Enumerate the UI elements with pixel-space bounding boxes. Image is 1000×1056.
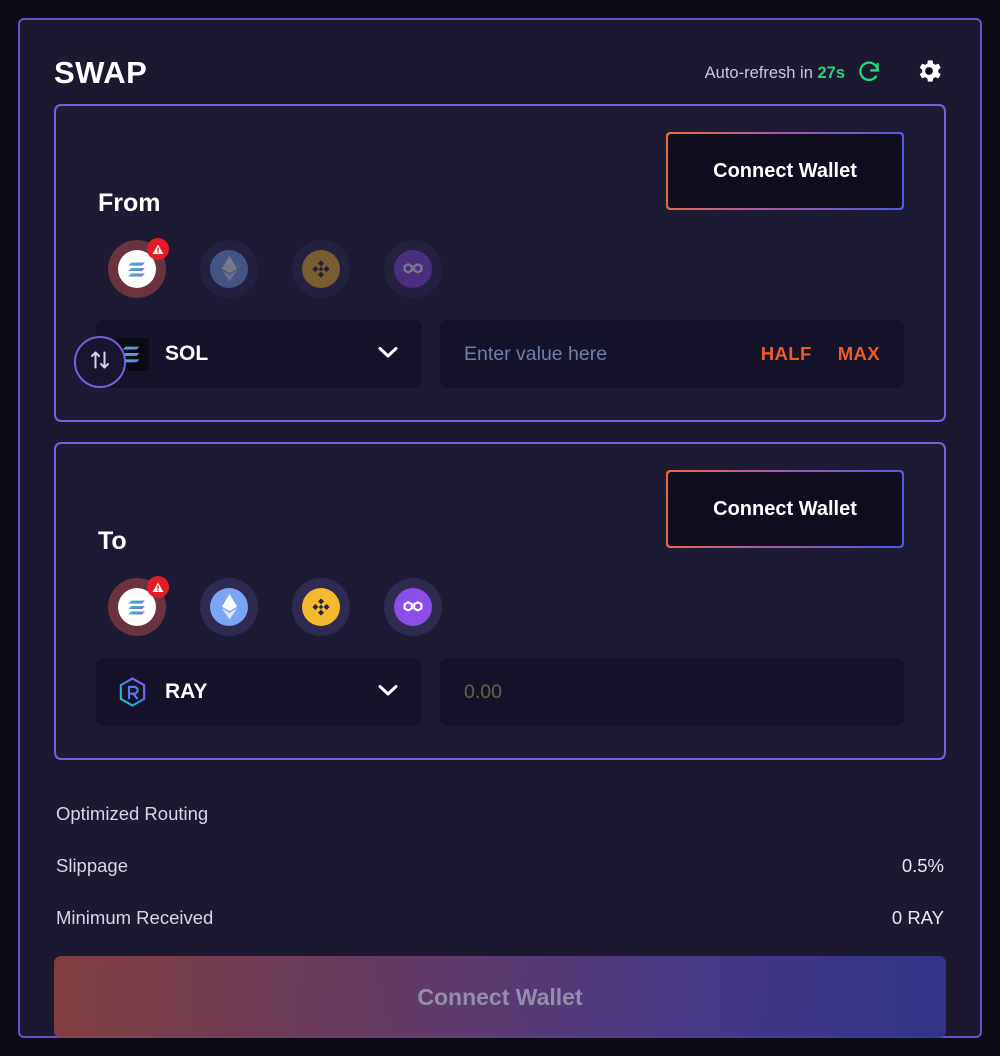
header-actions: Auto-refresh in 27s	[705, 56, 944, 91]
auto-refresh-status: Auto-refresh in 27s	[705, 58, 882, 89]
swap-vertical-arrows-icon	[87, 347, 113, 378]
polygon-icon	[394, 588, 432, 626]
to-token-symbol: RAY	[165, 680, 208, 703]
auto-refresh-prefix: Auto-refresh in	[704, 63, 813, 82]
to-chain-selector	[96, 576, 904, 636]
solana-warning-badge-icon	[147, 576, 169, 598]
chain-option-solana[interactable]	[108, 576, 169, 636]
to-connect-wallet-button[interactable]: Connect Wallet	[666, 470, 904, 548]
from-token-select[interactable]: SOL	[96, 320, 422, 388]
to-token-select[interactable]: RAY	[96, 658, 422, 726]
from-amount-box: HALF MAX	[440, 320, 904, 388]
ethereum-icon	[210, 588, 248, 626]
chain-option-ethereum[interactable]	[200, 578, 258, 636]
swap-direction-toggle[interactable]	[74, 336, 126, 388]
half-button[interactable]: HALF	[761, 343, 812, 365]
to-token-row: RAY	[96, 658, 904, 726]
swap-header: SWAP Auto-refresh in 27s	[54, 42, 946, 104]
primary-connect-wallet-button[interactable]: Connect Wallet	[54, 956, 946, 1038]
from-connect-wallet-button[interactable]: Connect Wallet	[666, 132, 904, 210]
minimum-received-value: 0 RAY	[891, 907, 944, 928]
ethereum-icon	[210, 250, 248, 288]
gear-icon[interactable]	[914, 56, 944, 91]
chain-option-polygon[interactable]	[384, 578, 442, 636]
to-label: To	[98, 527, 127, 555]
page-title: SWAP	[54, 55, 148, 90]
to-amount-box	[440, 658, 904, 726]
to-panel-top: To Connect Wallet	[96, 470, 904, 562]
to-panel: To Connect Wallet RAY 0.00	[54, 442, 946, 760]
from-chain-selector	[96, 238, 904, 298]
swap-card: SWAP Auto-refresh in 27s From Connect Wa…	[18, 18, 982, 1038]
chain-option-ethereum[interactable]	[200, 240, 258, 298]
from-token-row: SOL HALF MAX	[96, 320, 904, 388]
polygon-icon	[394, 250, 432, 288]
chevron-down-icon	[376, 682, 400, 703]
solana-warning-badge-icon	[147, 238, 169, 260]
from-amount-input[interactable]	[464, 342, 735, 366]
slippage-label: Slippage	[56, 855, 129, 876]
swap-info: Optimized Routing Slippage 0.5% Minimum …	[54, 788, 946, 944]
swap-app: SWAP Auto-refresh in 27s From Connect Wa…	[0, 0, 1000, 1056]
chain-option-solana[interactable]	[108, 238, 169, 298]
from-panel: From Connect Wallet SOL Enter value here…	[54, 104, 946, 422]
max-button[interactable]: MAX	[838, 343, 880, 365]
info-row-minimum-received: Minimum Received 0 RAY	[54, 892, 946, 944]
info-row-routing: Optimized Routing	[54, 788, 946, 840]
bnb-icon	[302, 250, 340, 288]
info-row-slippage: Slippage 0.5%	[54, 840, 946, 892]
to-connect-wallet-label: Connect Wallet	[668, 472, 902, 546]
ray-token-icon	[116, 676, 149, 709]
refresh-circle-icon[interactable]	[856, 58, 882, 89]
auto-refresh-countdown: 27s	[817, 63, 845, 82]
from-token-symbol: SOL	[165, 342, 209, 365]
from-label: From	[98, 189, 161, 217]
to-amount-input[interactable]	[464, 680, 880, 704]
chevron-down-icon	[376, 344, 400, 365]
slippage-value: 0.5%	[901, 855, 944, 876]
from-connect-wallet-label: Connect Wallet	[668, 134, 902, 208]
minimum-received-label: Minimum Received	[56, 907, 214, 928]
chain-option-bnb[interactable]	[292, 240, 350, 298]
chain-option-bnb[interactable]	[292, 578, 350, 636]
from-panel-top: From Connect Wallet	[96, 132, 904, 224]
routing-label: Optimized Routing	[56, 803, 209, 824]
auto-refresh-label: Auto-refresh in 27s	[705, 64, 845, 83]
chain-option-polygon[interactable]	[384, 240, 442, 298]
bnb-icon	[302, 588, 340, 626]
